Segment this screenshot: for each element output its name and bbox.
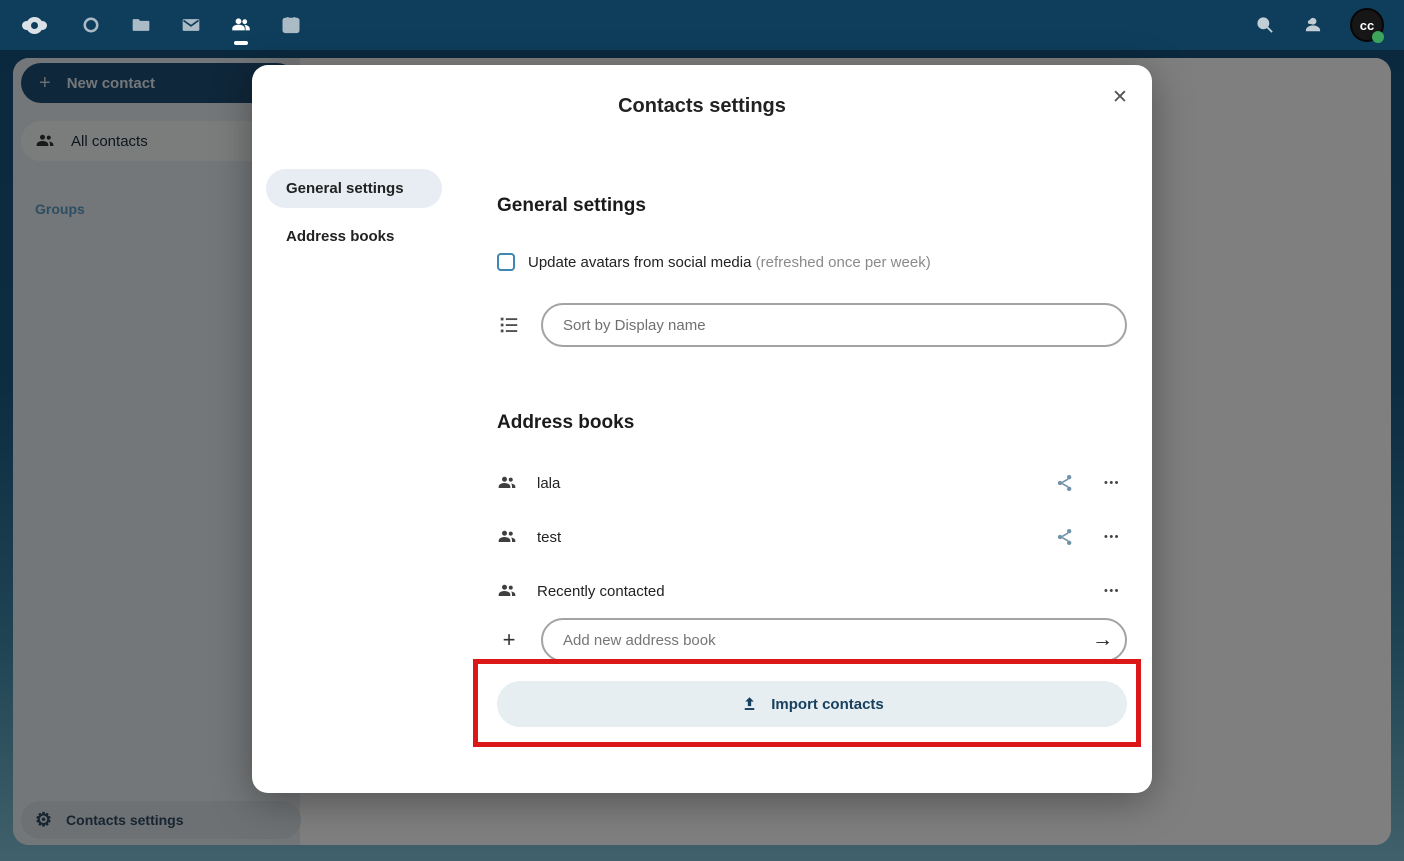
update-avatars-row: Update avatars from social media (refres… <box>497 251 931 273</box>
address-book-icon <box>497 581 517 601</box>
plus-icon: + <box>497 629 521 651</box>
sort-select[interactable]: Sort by Display name <box>541 303 1127 347</box>
update-avatars-label[interactable]: Update avatars from social media (refres… <box>528 254 931 271</box>
more-actions-icon[interactable]: ••• <box>1097 531 1127 543</box>
highlight-annotation-rectangle <box>473 659 1141 747</box>
online-status-dot <box>1372 31 1384 43</box>
checkbox-hint-text: (refreshed once per week) <box>756 254 931 271</box>
search-icon[interactable] <box>1254 14 1276 36</box>
dialog-title: Contacts settings <box>252 95 1152 118</box>
nextcloud-logo-icon[interactable] <box>22 17 47 34</box>
topbar: cc <box>0 0 1404 50</box>
contacts-menu-icon[interactable] <box>1302 14 1324 36</box>
logo-circle-center <box>26 17 43 34</box>
close-icon[interactable]: ✕ <box>1102 79 1138 115</box>
more-actions-icon[interactable]: ••• <box>1097 585 1127 597</box>
address-book-name: lala <box>537 475 1033 492</box>
avatar-initials: cc <box>1360 18 1374 33</box>
screen: cc + New contact All contacts Groups ⚙ C… <box>0 0 1404 861</box>
app-launcher <box>81 15 301 35</box>
active-app-indicator <box>234 41 248 45</box>
tab-address-books[interactable]: Address books <box>266 217 442 256</box>
list-sort-icon <box>497 314 521 336</box>
share-icon[interactable] <box>1053 527 1077 547</box>
tab-general-settings[interactable]: General settings <box>266 169 442 208</box>
checkbox-label-text: Update avatars from social media <box>528 254 751 271</box>
sort-contacts-row: Sort by Display name <box>497 303 1127 347</box>
files-app-icon[interactable] <box>131 15 151 35</box>
address-book-row: test ••• <box>497 514 1127 560</box>
share-icon[interactable] <box>1053 473 1077 493</box>
contacts-app-icon[interactable] <box>231 15 251 35</box>
add-address-book-row: + → <box>497 618 1127 662</box>
address-book-icon <box>497 473 517 493</box>
general-settings-heading: General settings <box>497 195 646 217</box>
avatar[interactable]: cc <box>1350 8 1384 42</box>
more-actions-icon[interactable]: ••• <box>1097 477 1127 489</box>
address-book-row: Recently contacted ••• <box>497 568 1127 614</box>
address-book-icon <box>497 527 517 547</box>
mail-app-icon[interactable] <box>181 15 201 35</box>
dashboard-app-icon[interactable] <box>81 15 101 35</box>
topbar-right: cc <box>1254 8 1384 42</box>
calendar-app-icon[interactable] <box>281 15 301 35</box>
address-book-name: test <box>537 529 1033 546</box>
address-book-row: lala ••• <box>497 460 1127 506</box>
address-books-heading: Address books <box>497 412 634 434</box>
update-avatars-checkbox[interactable] <box>497 253 515 271</box>
address-book-name: Recently contacted <box>537 583 1077 600</box>
submit-arrow-icon[interactable]: → <box>1092 628 1113 652</box>
add-address-book-input[interactable] <box>541 618 1127 662</box>
